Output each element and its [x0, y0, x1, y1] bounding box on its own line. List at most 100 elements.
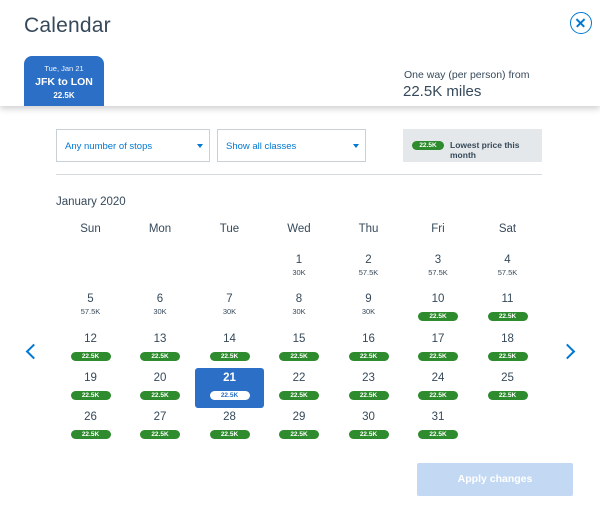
day-number: 20: [153, 372, 167, 384]
day-cell-1[interactable]: 1 30K: [265, 250, 334, 290]
day-number: 10: [431, 293, 445, 305]
legend-price-chip: 22.5K: [412, 141, 444, 150]
day-number: 15: [292, 333, 306, 345]
lowest-price-chip: 22.5K: [487, 312, 528, 321]
day-price: 30K: [153, 307, 167, 316]
day-price: 30K: [292, 268, 306, 277]
classes-select[interactable]: Show all classes: [217, 129, 366, 162]
lowest-price-chip: 22.5K: [348, 391, 389, 400]
day-number: 23: [362, 372, 375, 384]
lowest-price-chip: 22.5K: [279, 391, 319, 400]
day-cell-9[interactable]: 9 30K: [334, 289, 403, 329]
lowest-price-chip: 22.5K: [418, 352, 458, 361]
day-price: 30K: [222, 307, 237, 316]
day-cell-4[interactable]: 4 57.5K: [473, 250, 542, 290]
day-number: 5: [87, 293, 94, 305]
day-cell-11[interactable]: 11 22.5K: [473, 289, 542, 329]
day-cell-8[interactable]: 8 30K: [265, 289, 334, 329]
day-cell-5[interactable]: 5 57.5K: [56, 289, 125, 329]
route-tab-jfk-lon[interactable]: Tue, Jan 21 JFK to LON 22.5K: [24, 56, 104, 106]
day-cell-21[interactable]: 21 22.5K: [195, 368, 264, 408]
lowest-price-chip: 22.5K: [487, 391, 528, 400]
day-cell-15[interactable]: 15 22.5K: [265, 329, 334, 369]
chevron-right-icon[interactable]: [560, 342, 576, 362]
day-price: 30K: [361, 307, 376, 316]
apply-changes-button[interactable]: Apply changes: [417, 463, 573, 496]
day-number: 21: [223, 372, 236, 384]
weekday-sat: Sat: [498, 223, 517, 235]
day-cell-22[interactable]: 22 22.5K: [265, 368, 334, 408]
day-cell-26[interactable]: 26 22.5K: [56, 407, 125, 447]
day-cell-31[interactable]: 31 22.5K: [404, 407, 473, 447]
day-cell-7[interactable]: 7 30K: [195, 289, 264, 329]
day-number: 18: [501, 333, 514, 345]
calendar-header: Calendar Tue, Jan 21 JFK to LON 22.5K On…: [0, 0, 600, 106]
lowest-price-chip: 22.5K: [279, 430, 319, 439]
day-price: 30K: [292, 307, 306, 316]
day-number: 28: [223, 411, 236, 423]
day-number: 9: [365, 293, 372, 305]
route-tab-route: JFK to LON: [35, 76, 93, 88]
day-number: 27: [153, 411, 167, 423]
day-number: 4: [504, 254, 511, 266]
day-cell-2[interactable]: 2 57.5K: [334, 250, 403, 290]
chevron-left-icon[interactable]: [23, 342, 39, 362]
day-price: 57.5K: [80, 307, 101, 316]
fare-label: One way (per person) from: [404, 69, 530, 81]
close-icon[interactable]: [570, 12, 592, 34]
weekday-wed: Wed: [287, 223, 311, 235]
day-cell-6[interactable]: 6 30K: [126, 289, 195, 329]
day-cell-30[interactable]: 30 22.5K: [334, 407, 403, 447]
day-number: 2: [365, 254, 372, 266]
lowest-price-legend: 22.5K Lowest price this month: [403, 129, 542, 162]
day-number: 7: [226, 293, 233, 305]
day-number: 14: [223, 333, 236, 345]
day-cell-20[interactable]: 20 22.5K: [126, 368, 195, 408]
weekday-thu: Thu: [358, 223, 379, 235]
caret-down-icon: [353, 144, 359, 148]
day-cell-10[interactable]: 10 22.5K: [404, 289, 473, 329]
day-number: 26: [84, 411, 97, 423]
day-number: 25: [501, 372, 514, 384]
day-number: 3: [434, 254, 442, 266]
divider: [56, 174, 542, 175]
lowest-price-chip: 22.5K: [209, 352, 250, 361]
day-cell-28[interactable]: 28 22.5K: [195, 407, 264, 447]
day-cell-23[interactable]: 23 22.5K: [334, 368, 403, 408]
day-cell-16[interactable]: 16 22.5K: [334, 329, 403, 369]
day-cell-29[interactable]: 29 22.5K: [265, 407, 334, 447]
day-cell-14[interactable]: 14 22.5K: [195, 329, 264, 369]
stops-select[interactable]: Any number of stops: [56, 129, 210, 162]
fare-value: 22.5K miles: [403, 83, 482, 100]
day-number: 19: [84, 372, 97, 384]
day-number: 24: [431, 372, 445, 384]
page-title: Calendar: [24, 14, 111, 37]
day-cell-27[interactable]: 27 22.5K: [126, 407, 195, 447]
day-number: 30: [362, 411, 375, 423]
day-number: 11: [501, 293, 514, 305]
caret-down-icon: [197, 144, 203, 148]
route-tab-date: Tue, Jan 21: [44, 64, 84, 73]
day-number: 16: [362, 333, 375, 345]
lowest-price-chip: 22.5K: [418, 430, 458, 439]
day-cell-3[interactable]: 3 57.5K: [404, 250, 473, 290]
day-cell-25[interactable]: 25 22.5K: [473, 368, 542, 408]
day-cell-19[interactable]: 19 22.5K: [56, 368, 125, 408]
lowest-price-chip: 22.5K: [348, 352, 389, 361]
day-cell-12[interactable]: 12 22.5K: [56, 329, 125, 369]
day-cell-24[interactable]: 24 22.5K: [404, 368, 473, 408]
day-number: 8: [295, 293, 303, 305]
lowest-price-chip: 22.5K: [140, 391, 180, 400]
day-number: 29: [292, 411, 306, 423]
day-price: 57.5K: [358, 268, 379, 277]
month-title: January 2020: [56, 196, 126, 208]
lowest-price-chip: 22.5K: [487, 352, 528, 361]
weekday-sun: Sun: [80, 223, 101, 235]
day-cell-17[interactable]: 17 22.5K: [404, 329, 473, 369]
weekday-tue: Tue: [219, 223, 240, 235]
day-number: 1: [295, 254, 303, 266]
weekday-fri: Fri: [431, 223, 445, 235]
lowest-price-chip: 22.5K: [209, 430, 250, 439]
day-cell-13[interactable]: 13 22.5K: [126, 329, 195, 369]
day-cell-18[interactable]: 18 22.5K: [473, 329, 542, 369]
